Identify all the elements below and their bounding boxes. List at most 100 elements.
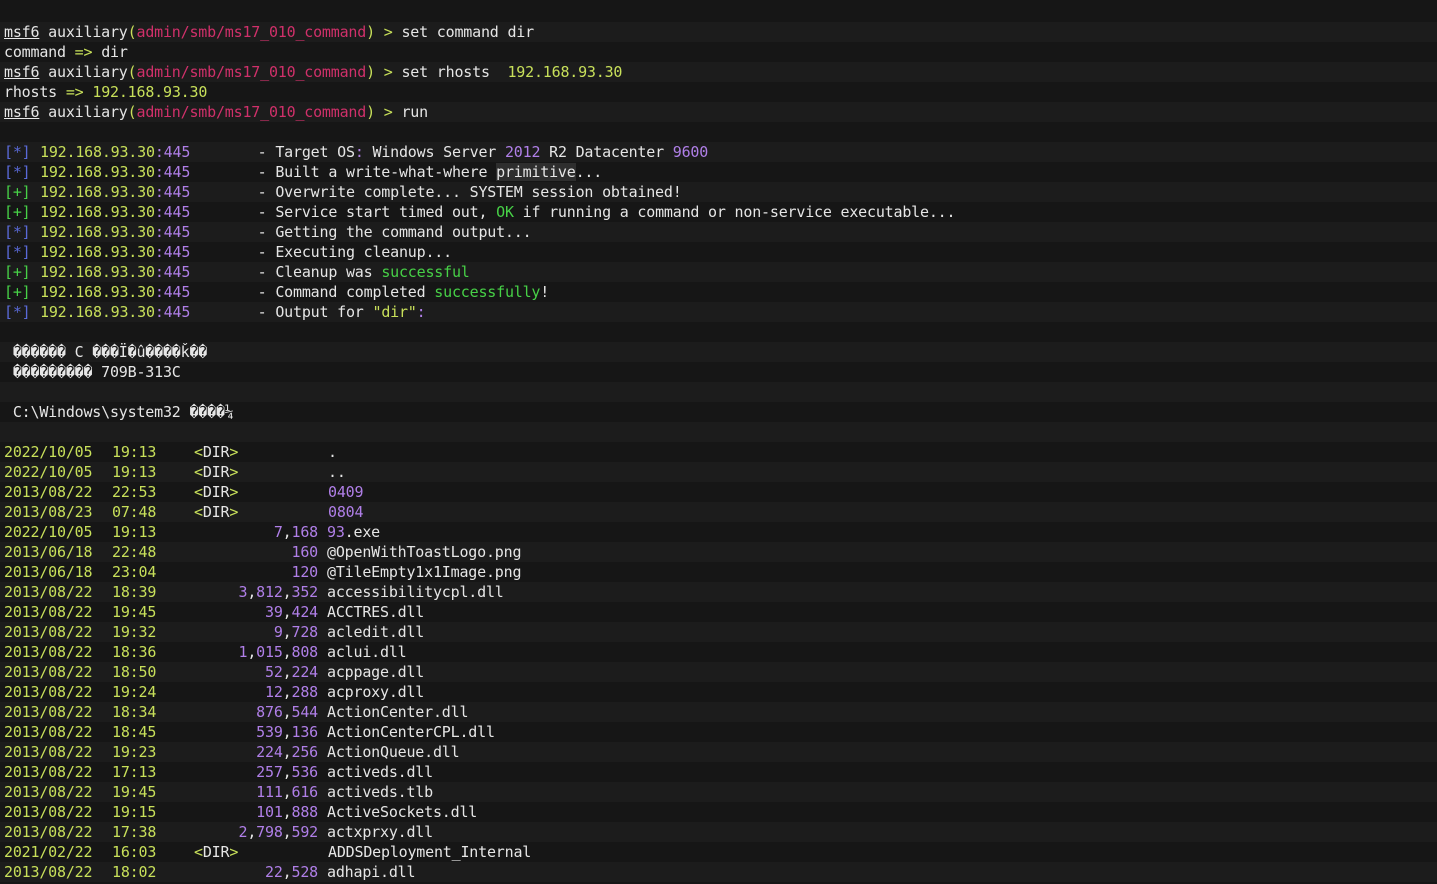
prompt-name: msf6 xyxy=(4,63,40,81)
row-dir-tag: <DIR> xyxy=(194,842,328,862)
host-ip: 192.168.93.30 xyxy=(40,243,155,261)
status-message: - Getting the command output... xyxy=(257,223,532,241)
size-sep: , xyxy=(282,643,292,661)
prompt-name: msf6 xyxy=(4,103,40,121)
row-dir-tag: <DIR> xyxy=(194,502,328,522)
row-time: 19:13 xyxy=(112,523,157,541)
host-port: 445 xyxy=(163,263,191,281)
size-digits: 101 xyxy=(256,803,283,821)
row-time: 19:23 xyxy=(112,743,157,761)
row-date: 2022/10/05 xyxy=(4,443,93,461)
status-message: - Target OS: Windows Server 2012 R2 Data… xyxy=(257,143,709,161)
table-row: 2013/08/22 18:50 52,224 acppage.dll xyxy=(0,662,1437,682)
status-tag: [*] xyxy=(4,143,31,161)
size-digits: 257 xyxy=(256,763,283,781)
prompt-arrow: > xyxy=(383,63,393,81)
module-path: admin/smb/ms17_010_command xyxy=(136,63,367,81)
row-size: 39,424 xyxy=(194,602,318,622)
status-line: [*] 192.168.93.30:445 - Output for "dir": xyxy=(0,302,1437,322)
echo-key: rhosts xyxy=(4,83,57,101)
host-colon: : xyxy=(154,143,164,161)
row-size: 7,168 xyxy=(194,522,318,542)
status-message: - Executing cleanup... xyxy=(257,243,452,261)
row-date: 2021/02/22 xyxy=(4,843,93,861)
row-time: 19:13 xyxy=(112,443,157,461)
dir-text: DIR xyxy=(202,503,230,521)
host-port: 445 xyxy=(163,203,191,221)
table-row: 2013/08/22 18:36 1,015,808 aclui.dll xyxy=(0,642,1437,662)
number-token: 9600 xyxy=(672,143,709,161)
row-date: 2013/08/22 xyxy=(4,743,93,761)
size-digits: 224 xyxy=(291,663,319,681)
row-time: 17:13 xyxy=(112,763,157,781)
command-echo: command => dir xyxy=(0,42,1437,62)
size-digits: 136 xyxy=(291,723,319,741)
row-name: activeds.tlb xyxy=(327,783,433,801)
status-tag: [+] xyxy=(4,183,31,201)
terminal-window[interactable]: msf6 auxiliary(admin/smb/ms17_010_comman… xyxy=(0,0,1437,884)
size-sep: , xyxy=(247,823,257,841)
name-number: 0409 xyxy=(328,483,364,501)
table-row: 2013/08/22 17:13 257,536 activeds.dll xyxy=(0,762,1437,782)
row-time: 19:45 xyxy=(112,603,157,621)
host-ip: 192.168.93.30 xyxy=(40,183,155,201)
row-time: 18:45 xyxy=(112,723,157,741)
size-digits: 616 xyxy=(291,783,319,801)
row-name: ActionCenter.dll xyxy=(327,703,469,721)
size-digits: 352 xyxy=(291,583,319,601)
size-digits: 808 xyxy=(291,643,319,661)
size-digits: 544 xyxy=(291,703,319,721)
echo-value: 192.168.93.30 xyxy=(92,83,208,101)
size-digits: 536 xyxy=(291,763,319,781)
row-time: 19:45 xyxy=(112,783,157,801)
host-ip: 192.168.93.30 xyxy=(40,283,155,301)
host-colon: : xyxy=(154,243,164,261)
row-time: 18:39 xyxy=(112,583,157,601)
size-digits: 812 xyxy=(256,583,283,601)
command-line: msf6 auxiliary(admin/smb/ms17_010_comman… xyxy=(0,102,1437,122)
host-colon: : xyxy=(154,303,164,321)
row-size: 160 xyxy=(194,542,319,562)
size-digits: 111 xyxy=(256,783,283,801)
row-size: 111,616 xyxy=(194,782,318,802)
size-sep: , xyxy=(282,783,292,801)
dir-bracket: > xyxy=(229,843,239,861)
command-arg: 192.168.93.30 xyxy=(507,63,623,81)
dir-bracket: < xyxy=(194,463,203,481)
row-time: 07:48 xyxy=(112,503,157,521)
row-name: aclui.dll xyxy=(327,643,407,661)
table-row: 2013/08/22 22:53 <DIR> 0409 xyxy=(0,482,1437,502)
size-digits: 52 xyxy=(264,663,283,681)
status-host: 192.168.93.30:445 xyxy=(40,242,240,262)
size-sep: , xyxy=(282,723,292,741)
row-name: activeds.dll xyxy=(327,763,433,781)
status-tag: [+] xyxy=(4,203,31,221)
echo-value: dir xyxy=(101,43,128,61)
number-token: 2012 xyxy=(504,143,541,161)
volume-text: ������ C ���Ï�û����ǩ�� xyxy=(4,343,208,361)
host-colon: : xyxy=(154,203,164,221)
host-port: 445 xyxy=(163,283,191,301)
dir-bracket: > xyxy=(229,443,239,461)
size-digits: 798 xyxy=(256,823,283,841)
row-time: 19:15 xyxy=(112,803,157,821)
row-time: 18:02 xyxy=(112,863,157,881)
row-date: 2013/06/18 xyxy=(4,543,93,561)
row-time: 19:13 xyxy=(112,463,157,481)
command-text: run xyxy=(401,103,428,121)
row-date: 2013/08/22 xyxy=(4,643,93,661)
string-token: "dir" xyxy=(372,303,417,321)
table-row: 2013/06/18 22:48 160 @OpenWithToastLogo.png xyxy=(0,542,1437,562)
highlight-token: primitive xyxy=(496,163,576,181)
table-row: 2013/08/22 19:24 12,288 acproxy.dll xyxy=(0,682,1437,702)
size-digits: 539 xyxy=(256,723,283,741)
echo-arrow: => xyxy=(74,43,93,61)
row-time: 22:48 xyxy=(112,543,157,561)
status-line: [*] 192.168.93.30:445 - Built a write-wha… xyxy=(0,162,1437,182)
row-name: ADDSDeployment_Internal xyxy=(328,843,532,861)
row-date: 2013/08/22 xyxy=(4,783,93,801)
row-time: 18:50 xyxy=(112,663,157,681)
size-digits: 256 xyxy=(291,743,319,761)
row-date: 2013/08/22 xyxy=(4,863,93,881)
